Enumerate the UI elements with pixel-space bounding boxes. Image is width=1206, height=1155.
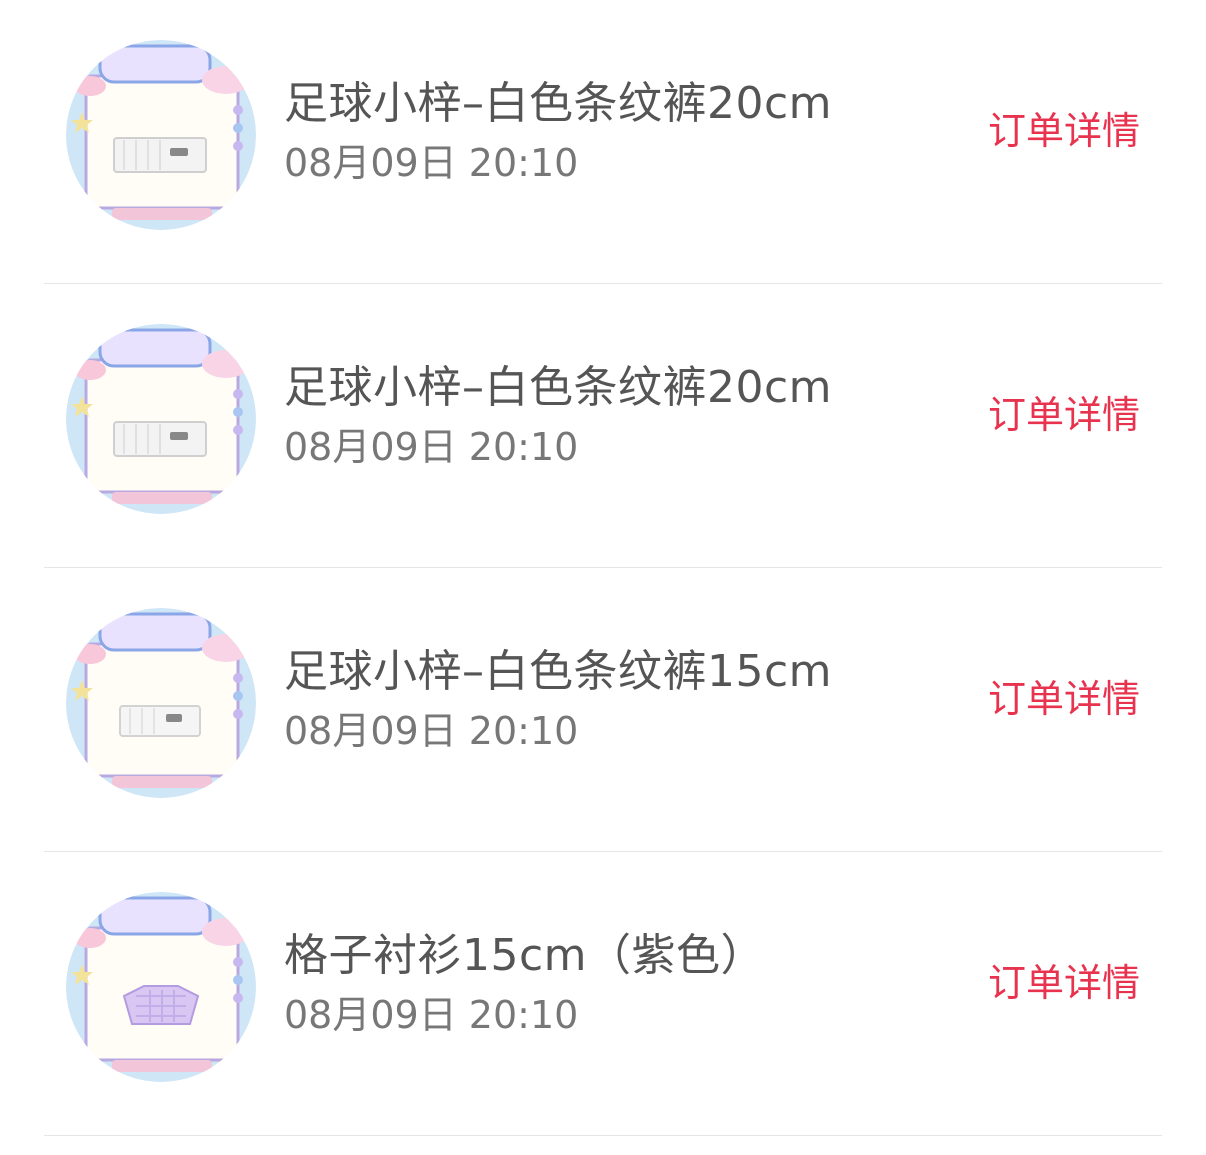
order-time: 08月09日 20:10 (284, 709, 579, 753)
order-list: 足球小梓–白色条纹裤20cm 08月09日 20:10 订单详情 足球小梓–白色… (0, 0, 1206, 1155)
order-row[interactable]: 格子衬衫15cm（紫色） 08月09日 20:10 订单详情 (44, 852, 1162, 1136)
product-thumbnail[interactable] (66, 40, 256, 230)
order-row[interactable]: 足球小梓–白色条纹裤15cm 08月09日 20:10 订单详情 (44, 568, 1162, 852)
order-detail-link[interactable]: 订单详情 (988, 674, 1140, 724)
product-thumbnail[interactable] (66, 324, 256, 514)
order-detail-link[interactable]: 订单详情 (988, 390, 1140, 440)
order-info: 足球小梓–白色条纹裤20cm 08月09日 20:10 (284, 358, 832, 474)
order-row[interactable]: 足球小梓–白色条纹裤20cm 08月09日 20:10 订单详情 (44, 284, 1162, 568)
order-info: 足球小梓–白色条纹裤15cm 08月09日 20:10 (284, 642, 832, 758)
order-row[interactable]: 足球小梓–白色条纹裤20cm 08月09日 20:10 订单详情 (44, 0, 1162, 284)
order-time: 08月09日 20:10 (284, 141, 579, 185)
order-info: 格子衬衫15cm（紫色） 08月09日 20:10 (284, 926, 765, 1042)
order-time: 08月09日 20:10 (284, 425, 579, 469)
product-thumbnail[interactable] (66, 608, 256, 798)
order-detail-link[interactable]: 订单详情 (988, 106, 1140, 156)
order-time: 08月09日 20:10 (284, 993, 579, 1037)
product-thumbnail[interactable] (66, 892, 256, 1082)
order-title: 格子衬衫15cm（紫色） (284, 930, 766, 981)
order-title: 足球小梓–白色条纹裤20cm (284, 78, 833, 129)
order-title: 足球小梓–白色条纹裤20cm (284, 362, 833, 413)
order-info: 足球小梓–白色条纹裤20cm 08月09日 20:10 (284, 74, 832, 190)
order-title: 足球小梓–白色条纹裤15cm (284, 646, 833, 697)
order-detail-link[interactable]: 订单详情 (988, 958, 1140, 1008)
